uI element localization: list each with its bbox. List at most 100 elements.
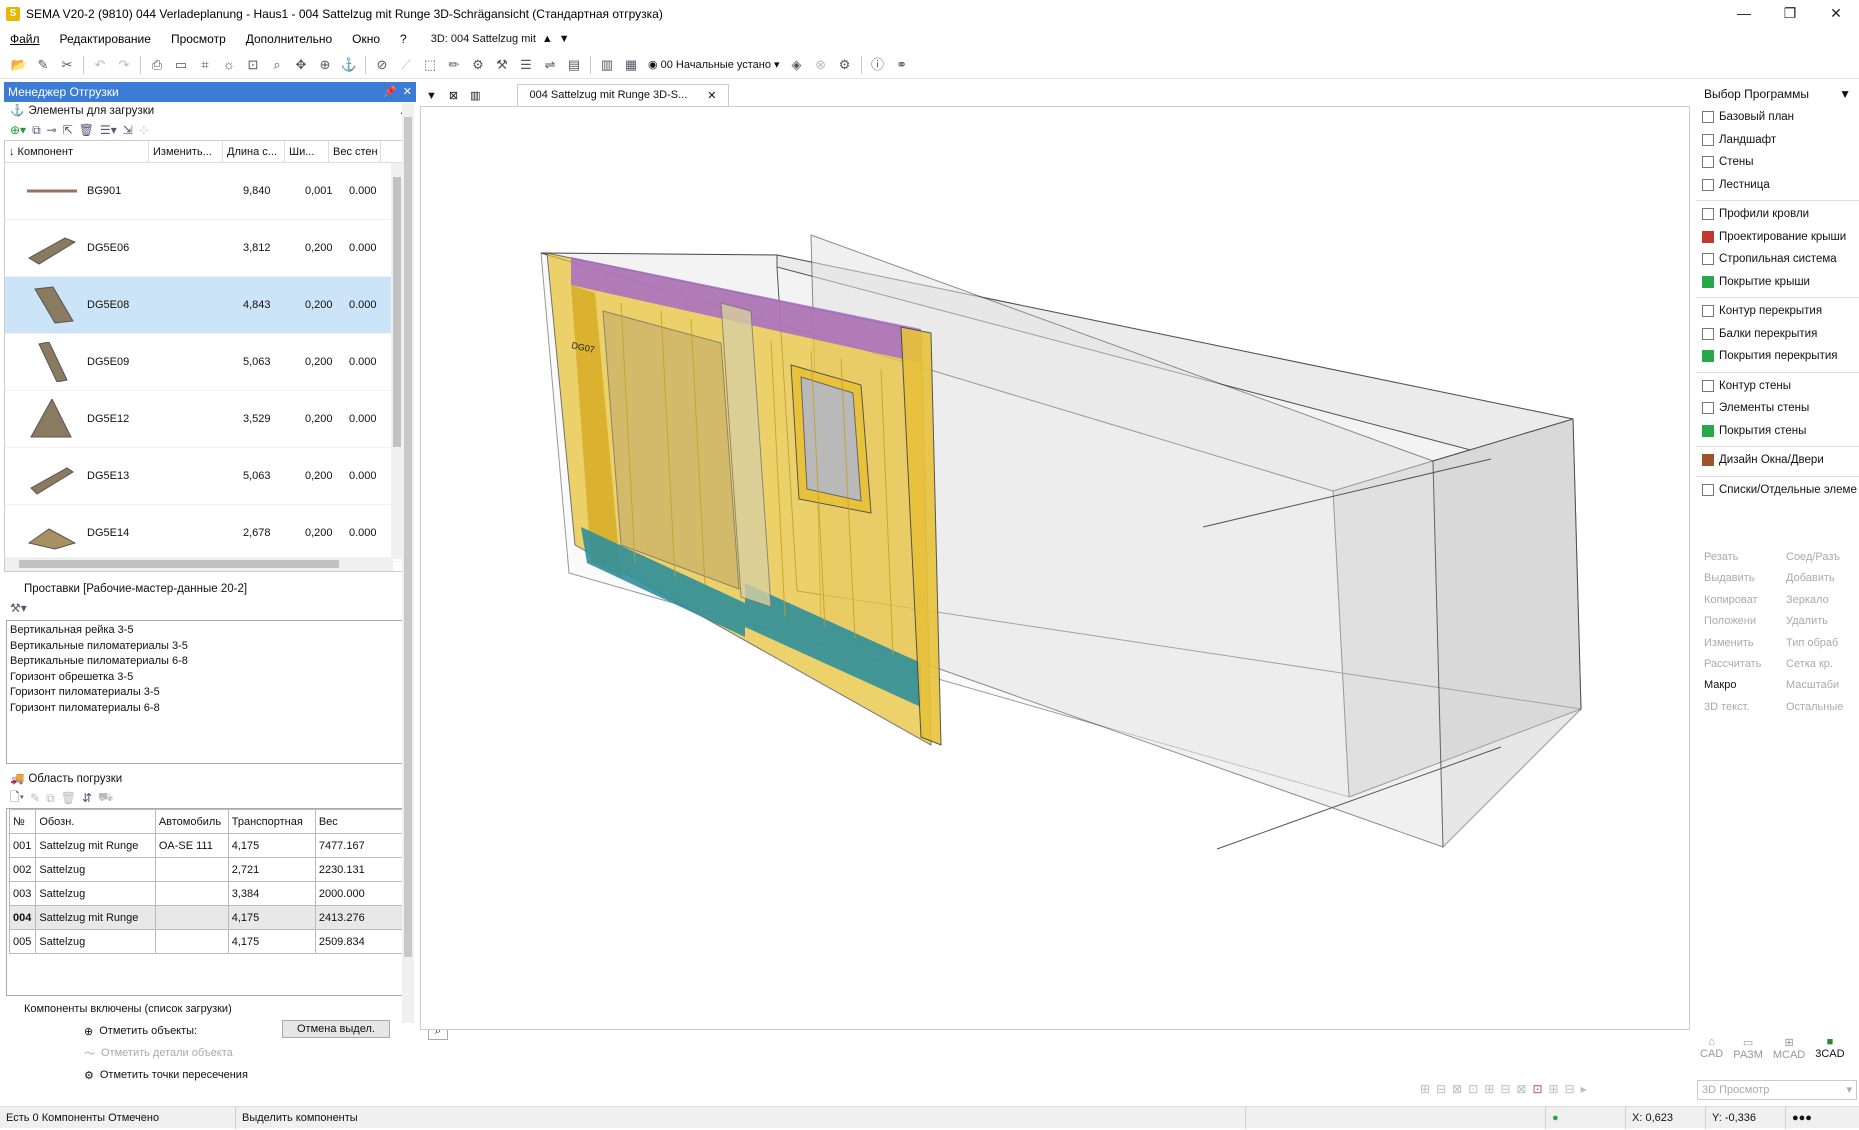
- pan-icon[interactable]: ✥: [290, 54, 312, 76]
- mark-intersections-row[interactable]: ⚙ Отметить точки пересечения: [84, 1064, 248, 1086]
- close-button[interactable]: ✕: [1813, 0, 1859, 27]
- disabled-icon[interactable]: ⊹: [139, 123, 149, 137]
- col-width[interactable]: Ши...: [285, 141, 329, 163]
- view-tool-icon[interactable]: ⊞: [1420, 1082, 1430, 1096]
- view-tool-icon[interactable]: ⊡: [1532, 1082, 1542, 1096]
- menu-window[interactable]: Окно: [342, 32, 390, 46]
- undo-icon[interactable]: ↶: [89, 54, 111, 76]
- print-icon[interactable]: ⎙: [146, 54, 168, 76]
- align-icon[interactable]: ⇌: [539, 54, 561, 76]
- tool-3d-text[interactable]: 3D текст.: [1696, 697, 1778, 718]
- sun-icon[interactable]: ☼: [218, 54, 240, 76]
- gear-icon[interactable]: ⚙: [834, 54, 856, 76]
- import-icon[interactable]: ⇲: [123, 123, 133, 137]
- maximize-button[interactable]: ❐: [1767, 0, 1813, 27]
- 3d-viewport[interactable]: DG07: [420, 106, 1690, 1030]
- col-vehicle[interactable]: Автомобиль: [154, 809, 229, 834]
- view-tool-icon[interactable]: ⊟: [1500, 1082, 1510, 1096]
- folder-icon[interactable]: ▤: [563, 54, 585, 76]
- tool-add[interactable]: Добавить: [1778, 568, 1858, 589]
- tool-calculate[interactable]: Рассчитать: [1696, 654, 1778, 675]
- page-icon[interactable]: ▭: [170, 54, 192, 76]
- tool-extrude[interactable]: Выдавить: [1696, 568, 1778, 589]
- mark-objects-row[interactable]: ⊕ Отметить объекты:: [84, 1020, 197, 1042]
- binoculars-icon[interactable]: ⚭: [891, 54, 913, 76]
- list-item[interactable]: Горизонт обрешетка 3-5: [10, 670, 402, 686]
- view-tool-icon[interactable]: ⊠: [1452, 1082, 1462, 1096]
- program-item-lists[interactable]: Списки/Отдельные элеме: [1696, 479, 1859, 502]
- chevron-down-icon[interactable]: ▼: [1839, 82, 1851, 106]
- tool-copy[interactable]: Копироват: [1696, 590, 1778, 611]
- program-item-wall-contour[interactable]: Контур стены: [1696, 375, 1859, 398]
- col-name[interactable]: Обозн.: [35, 809, 156, 834]
- window-icon[interactable]: ▦: [620, 54, 642, 76]
- program-item-rafter-system[interactable]: Стропильная система: [1696, 248, 1859, 271]
- table-row[interactable]: DG5E09 5,063 0,200 0.000: [5, 334, 403, 391]
- program-item-roof-design[interactable]: Проектирование крыши: [1696, 226, 1859, 249]
- table-row[interactable]: BG901 9,840 0,001 0.000: [5, 163, 403, 220]
- grid-icon[interactable]: ⌗: [194, 54, 216, 76]
- select-icon[interactable]: ⬚: [419, 54, 441, 76]
- table-row[interactable]: 001 Sattelzug mit Runge OA-SE 111 4,175 …: [8, 833, 408, 858]
- menu-edit[interactable]: Редактирование: [50, 32, 161, 46]
- table-row[interactable]: 002 Sattelzug 2,721 2230.131: [8, 857, 408, 882]
- col-weight[interactable]: Вес стен: [329, 141, 381, 163]
- table-row-active[interactable]: 004 Sattelzug mit Runge 4,175 2413.276: [8, 905, 408, 930]
- sort-icon[interactable]: ⇵: [82, 791, 92, 805]
- col-transport[interactable]: Транспортная: [227, 809, 316, 834]
- menu-view[interactable]: Просмотр: [161, 32, 236, 46]
- program-item-wall-elements[interactable]: Элементы стены: [1696, 397, 1859, 420]
- edit-icon[interactable]: ✎: [32, 54, 54, 76]
- cancel-selection-button[interactable]: Отмена выдел.: [282, 1020, 390, 1038]
- program-item-window-door[interactable]: Дизайн Окна/Двери: [1696, 449, 1859, 472]
- snap-icon[interactable]: ⚓: [338, 54, 360, 76]
- program-item-ceiling-beams[interactable]: Балки перекрытия: [1696, 323, 1859, 346]
- add-icon[interactable]: ⊕▾: [10, 123, 26, 137]
- list-item[interactable]: Вертикальные пиломатериалы 6-8: [10, 654, 402, 670]
- col-weight[interactable]: Вес: [314, 809, 408, 834]
- visibility-icon[interactable]: ◈: [786, 54, 808, 76]
- split-view-icon[interactable]: ▥: [464, 85, 486, 106]
- mode-3cad[interactable]: ■ 3CAD: [1815, 1036, 1844, 1061]
- program-item-base-plan[interactable]: Базовый план: [1696, 106, 1859, 129]
- view-combo[interactable]: 3D: 004 Sattelzug mit ▲ ▼: [431, 33, 570, 45]
- menu-extra[interactable]: Дополнительно: [236, 32, 342, 46]
- tool-grid[interactable]: Сетка кр.: [1778, 654, 1858, 675]
- grid-horizontal-scrollbar[interactable]: [5, 557, 393, 571]
- program-item-walls[interactable]: Стены: [1696, 151, 1859, 174]
- col-number[interactable]: №: [8, 809, 37, 834]
- panel-scrollbar[interactable]: [402, 103, 414, 1023]
- copy-icon[interactable]: ⧉: [32, 123, 41, 138]
- close-all-icon[interactable]: ⊠: [443, 85, 464, 106]
- scrollbar-thumb[interactable]: [404, 117, 412, 957]
- truck-settings-icon[interactable]: ⛟: [98, 790, 113, 806]
- mode-dim[interactable]: ▭ РАЗМ: [1733, 1036, 1763, 1061]
- menu-help[interactable]: ?: [390, 32, 417, 46]
- scrollbar-thumb[interactable]: [19, 560, 339, 568]
- tool-join[interactable]: Соед/Разъ: [1778, 547, 1858, 568]
- list-item[interactable]: Вертикальная рейка 3-5: [10, 623, 402, 639]
- table-row[interactable]: DG5E08 4,843 0,200 0.000: [5, 277, 403, 334]
- arrow-up-icon[interactable]: ▲: [542, 33, 553, 45]
- delete-icon[interactable]: 🗑: [61, 791, 76, 805]
- table-row[interactable]: DG5E14 2,678 0,200 0.000: [5, 505, 403, 562]
- 3d-scene[interactable]: DG07: [421, 107, 1691, 1031]
- tool-macro[interactable]: Макро: [1696, 675, 1778, 696]
- pen-icon[interactable]: ✏: [443, 54, 465, 76]
- zoom-window-icon[interactable]: ⊡: [242, 54, 264, 76]
- copy-icon[interactable]: ⧉: [46, 791, 55, 806]
- tool-position[interactable]: Положени: [1696, 611, 1778, 632]
- open-icon[interactable]: 📂: [8, 54, 30, 76]
- chevron-down-icon[interactable]: ▼: [420, 86, 443, 106]
- tool-cut[interactable]: Резать: [1696, 547, 1778, 568]
- tool-delete[interactable]: Удалить: [1778, 611, 1858, 632]
- program-item-wall-covering[interactable]: Покрытия стены: [1696, 420, 1859, 443]
- info-icon[interactable]: ⓘ: [867, 54, 889, 76]
- scissors-icon[interactable]: ✂: [56, 54, 78, 76]
- view-tool-icon[interactable]: ⊡: [1468, 1082, 1478, 1096]
- tool-other[interactable]: Остальные: [1778, 697, 1858, 718]
- view-tool-icon[interactable]: ⊠: [1516, 1082, 1526, 1096]
- table-row[interactable]: 003 Sattelzug 3,384 2000.000: [8, 881, 408, 906]
- program-item-ceiling-contour[interactable]: Контур перекрытия: [1696, 300, 1859, 323]
- menu-file[interactable]: Файл: [0, 32, 50, 46]
